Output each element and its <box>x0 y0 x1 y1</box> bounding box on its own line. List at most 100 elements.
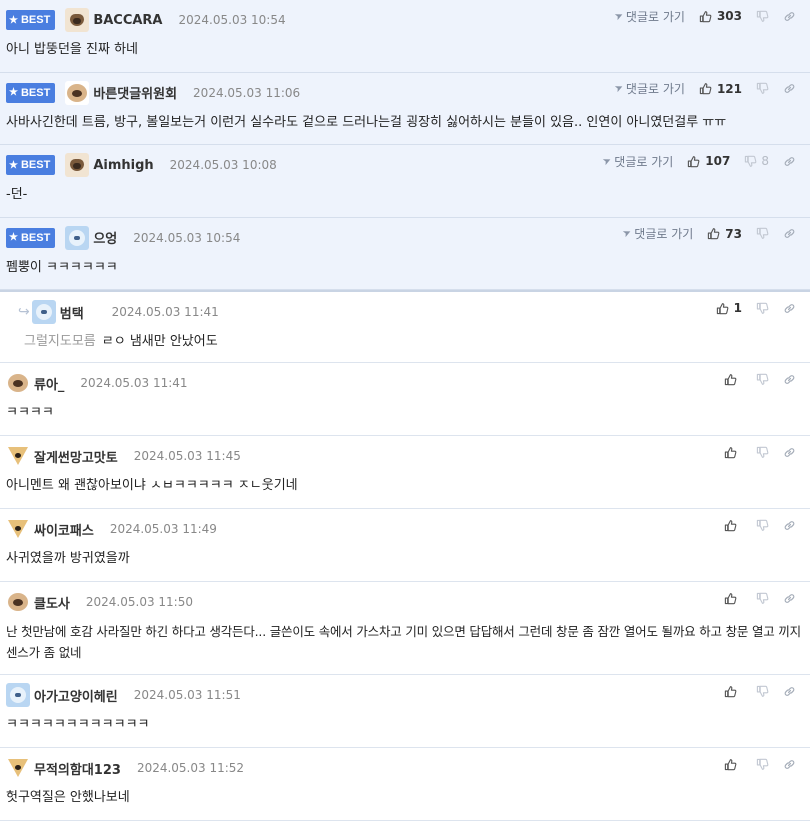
link-icon <box>783 592 796 605</box>
link-button[interactable] <box>783 302 796 315</box>
link-button[interactable] <box>783 519 796 532</box>
dislike-button[interactable] <box>756 373 769 386</box>
fox-avatar[interactable] <box>6 444 30 468</box>
comment-date: 2024.05.03 11:41 <box>80 376 188 390</box>
comment-actions: ➤ 댓글로 가기 121 <box>612 80 796 97</box>
blue-avatar[interactable] <box>31 300 56 324</box>
comment-actions: ➤ 댓글로 가기 107 8 <box>601 153 796 170</box>
link-button[interactable] <box>783 446 796 459</box>
dislike-button[interactable] <box>756 592 769 605</box>
like-button[interactable] <box>724 446 742 459</box>
pug-avatar[interactable] <box>65 153 90 177</box>
comment-text: 난 첫만남에 호감 사라질만 하긴 하다고 생각든다... 글쓴이도 속에서 가… <box>6 624 801 660</box>
like-button[interactable]: 1 <box>716 301 742 315</box>
comment-date: 2024.05.03 11:52 <box>136 761 245 775</box>
dislike-button[interactable] <box>756 82 769 95</box>
nickname[interactable]: Aimhigh <box>93 158 153 173</box>
goto-label: 댓글로 가기 <box>625 82 685 96</box>
nickname[interactable]: 아가고양이헤린 <box>34 686 118 705</box>
blue-avatar[interactable] <box>65 225 90 250</box>
link-button[interactable] <box>783 10 796 23</box>
star-icon: ★ <box>9 232 18 243</box>
nickname[interactable]: 싸이코패스 <box>34 520 94 539</box>
nickname[interactable]: 으엉 <box>93 228 117 247</box>
nickname[interactable]: BACCARA <box>93 13 162 28</box>
comment-header: 아가고양이헤린 2024.05.03 11:51 <box>6 683 241 707</box>
link-button[interactable] <box>783 82 796 95</box>
comment-actions <box>724 683 796 699</box>
best-badge: ★ BEST <box>6 227 56 248</box>
link-button[interactable] <box>783 155 796 168</box>
like-count: 121 <box>716 81 742 96</box>
nickname[interactable]: 바른댓글위원회 <box>93 83 177 102</box>
like-button[interactable] <box>724 519 742 532</box>
goto-comment-link[interactable]: ➤ 댓글로 가기 <box>612 8 685 25</box>
comment-text: -던- <box>6 187 28 202</box>
like-button[interactable]: 107 <box>687 154 730 168</box>
dislike-button[interactable] <box>756 685 769 698</box>
like-button[interactable] <box>724 592 742 605</box>
dislike-button[interactable] <box>756 10 769 23</box>
round-puppy-avatar[interactable] <box>6 371 30 395</box>
blue-avatar[interactable] <box>6 683 30 707</box>
dislike-button[interactable] <box>756 227 769 240</box>
comment-header: ★ BEST Aimhigh 2024.05.03 10:08 <box>6 153 277 177</box>
comment-date: 2024.05.03 11:06 <box>193 85 301 100</box>
star-icon: ★ <box>9 159 18 171</box>
comment: 류아_ 2024.05.03 11:41 ㅋㅋㅋㅋ <box>0 363 810 436</box>
dislike-button[interactable]: 8 <box>744 154 769 168</box>
fox-avatar[interactable] <box>6 517 30 541</box>
thumb-up-icon <box>699 82 712 95</box>
thumb-down-icon <box>756 227 769 240</box>
like-button[interactable]: 121 <box>699 82 742 96</box>
like-button[interactable]: 303 <box>699 9 742 23</box>
nickname[interactable]: 범택 <box>60 303 84 322</box>
comment-header: 클도사 2024.05.03 11:50 <box>6 590 193 614</box>
send-arrow-icon: ➤ <box>620 226 634 241</box>
goto-label: 댓글로 가기 <box>625 9 685 24</box>
like-button[interactable] <box>724 758 742 771</box>
mention-nickname[interactable]: 그럴지도모름 <box>24 334 96 349</box>
fox-avatar[interactable] <box>6 756 30 780</box>
nickname[interactable]: 류아_ <box>34 374 64 393</box>
comment-header: ↪ 범택 2024.05.03 11:41 <box>6 300 219 324</box>
comment-header: 싸이코패스 2024.05.03 11:49 <box>6 517 217 541</box>
link-button[interactable] <box>783 227 796 240</box>
comment-actions <box>724 517 796 533</box>
comment-header: ★ BEST 으엉 2024.05.03 10:54 <box>6 225 240 250</box>
pug-avatar[interactable] <box>65 8 90 32</box>
comment-reply: ↪ 범택 2024.05.03 11:41 1 그럴지도모름 ㄹㅇ 냄새만 안났어… <box>0 290 810 363</box>
round-puppy-avatar[interactable] <box>6 590 30 614</box>
goto-comment-link[interactable]: ➤ 댓글로 가기 <box>601 153 673 170</box>
goto-comment-link[interactable]: ➤ 댓글로 가기 <box>612 80 685 97</box>
thumb-up-icon <box>724 519 737 532</box>
dislike-button[interactable] <box>756 519 769 532</box>
link-button[interactable] <box>783 685 796 698</box>
like-button[interactable] <box>724 685 742 698</box>
like-button[interactable]: 73 <box>707 227 742 241</box>
like-count: 1 <box>733 301 742 315</box>
thumb-up-icon <box>724 373 737 386</box>
comment-date: 2024.05.03 11:41 <box>111 305 219 319</box>
link-icon <box>783 758 796 771</box>
nickname[interactable]: 잘게썬망고맛토 <box>34 447 118 466</box>
nickname[interactable]: 클도사 <box>34 593 70 612</box>
link-button[interactable] <box>783 758 796 771</box>
dislike-count: 8 <box>761 154 769 168</box>
round-puppy-avatar[interactable] <box>65 80 90 105</box>
comment-date: 2024.05.03 11:51 <box>133 688 241 702</box>
link-button[interactable] <box>783 592 796 605</box>
thumb-down-icon <box>756 758 769 771</box>
send-arrow-icon: ➤ <box>612 81 625 96</box>
link-button[interactable] <box>783 373 796 386</box>
star-icon: ★ <box>9 87 18 98</box>
dislike-button[interactable] <box>756 758 769 771</box>
nickname[interactable]: 무적의함대123 <box>34 759 121 778</box>
thumb-up-icon <box>707 227 720 240</box>
goto-comment-link[interactable]: ➤ 댓글로 가기 <box>620 225 693 242</box>
like-button[interactable] <box>724 373 742 386</box>
comment-best: ★ BEST Aimhigh 2024.05.03 10:08 ➤ 댓글로 가기 1… <box>0 145 810 218</box>
dislike-button[interactable] <box>756 446 769 459</box>
send-arrow-icon: ➤ <box>612 9 625 23</box>
dislike-button[interactable] <box>756 302 769 315</box>
